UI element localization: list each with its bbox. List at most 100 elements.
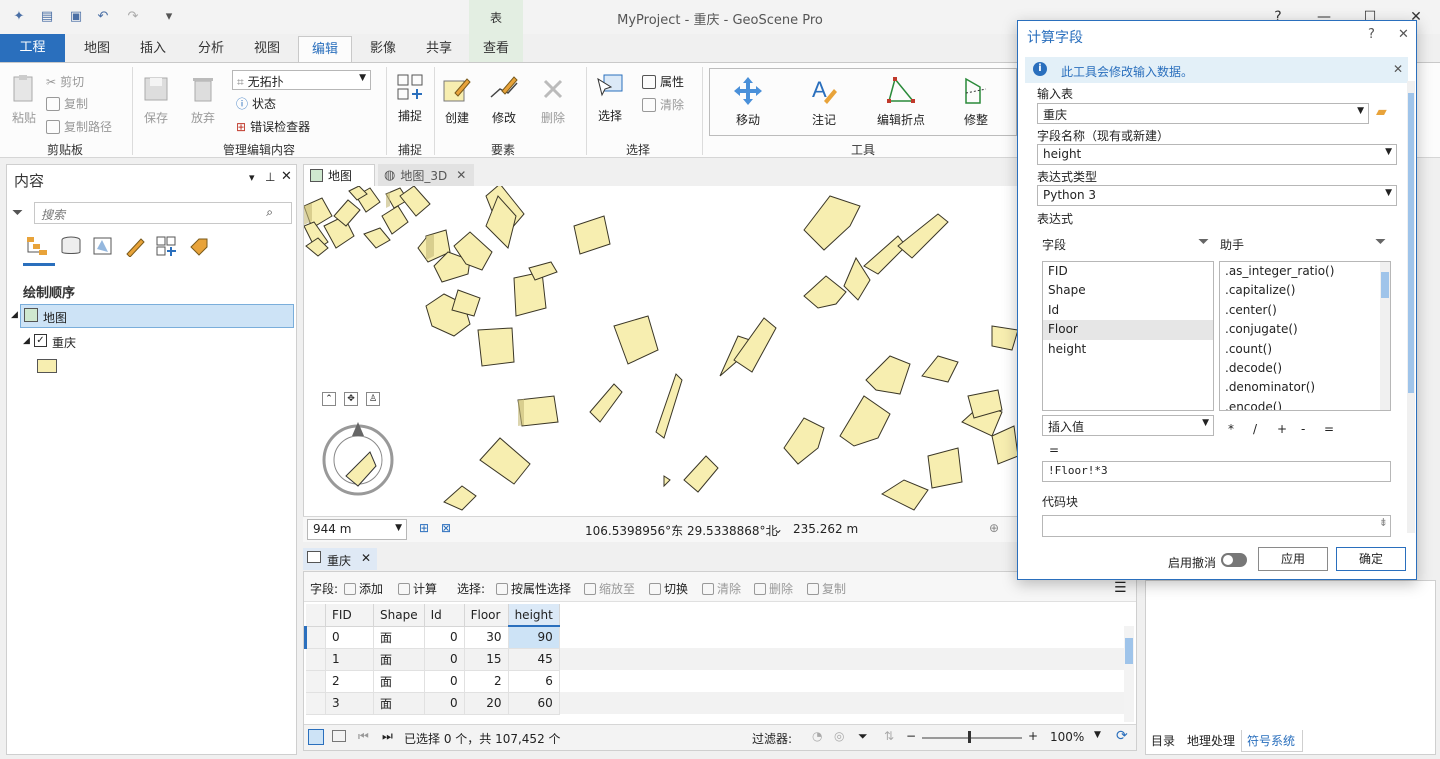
close-tab-icon[interactable]: ✕ bbox=[456, 168, 466, 182]
list-by-selection-icon[interactable] bbox=[91, 235, 115, 257]
clear-selection-button[interactable]: 清除 bbox=[642, 96, 684, 113]
range-filter-icon[interactable]: ◎ bbox=[834, 729, 844, 743]
input-table-dropdown[interactable]: 重庆 ▼ bbox=[1037, 103, 1369, 124]
expression-input[interactable]: !Floor!*3 bbox=[1042, 461, 1391, 482]
list-item[interactable]: .capitalize() bbox=[1220, 281, 1390, 300]
select-by-attributes-button[interactable]: 按属性选择 bbox=[496, 580, 571, 597]
coord-format-chevron-icon[interactable]: ⌄ bbox=[773, 522, 783, 536]
cell-floor[interactable]: 20 bbox=[464, 692, 509, 715]
layer-symbol-swatch[interactable] bbox=[37, 359, 57, 373]
operator-multiply[interactable]: * bbox=[1228, 422, 1234, 436]
row-selector[interactable] bbox=[305, 648, 326, 671]
tab-map-view[interactable]: 地图 bbox=[303, 164, 375, 186]
chevron-down-icon[interactable]: ▼ bbox=[1094, 730, 1101, 740]
cell-floor[interactable]: 2 bbox=[464, 670, 509, 693]
dialog-help-button[interactable]: ? bbox=[1368, 27, 1375, 42]
copy-path-button[interactable]: 复制路径 bbox=[46, 118, 112, 135]
code-block-input[interactable]: ⇟ bbox=[1042, 515, 1391, 537]
fields-filter-icon[interactable]: ⏷ bbox=[1198, 234, 1209, 250]
zoom-slider-thumb[interactable] bbox=[968, 731, 971, 743]
expand-layer-icon[interactable]: ◢ bbox=[23, 336, 30, 346]
calculate-field-button[interactable]: 计算 bbox=[398, 580, 437, 597]
helpers-scrollbar[interactable] bbox=[1380, 262, 1390, 410]
list-item-selected[interactable]: Floor bbox=[1043, 320, 1213, 340]
list-by-labeling-icon[interactable] bbox=[187, 235, 211, 257]
cell-shape[interactable]: 面 bbox=[373, 648, 425, 671]
list-by-editing-icon[interactable] bbox=[123, 235, 147, 257]
row-selector[interactable] bbox=[305, 670, 326, 693]
pause-drawing-icon[interactable]: ⊕ bbox=[989, 521, 999, 535]
operator-divide[interactable]: / bbox=[1253, 422, 1257, 436]
row-selector[interactable] bbox=[304, 626, 326, 649]
list-by-drawing-order-icon[interactable] bbox=[25, 235, 49, 257]
zoom-out-icon[interactable]: − bbox=[906, 729, 916, 743]
reshape-tool[interactable]: 修整 bbox=[956, 75, 996, 128]
insert-values-dropdown[interactable]: 插入值 ▼ bbox=[1042, 415, 1214, 436]
close-pane-icon[interactable]: ✕ bbox=[281, 169, 292, 184]
delete-rows-button[interactable]: 删除 bbox=[754, 580, 793, 597]
scrollbar-thumb[interactable] bbox=[1125, 638, 1133, 664]
cell-fid[interactable]: 0 bbox=[325, 626, 374, 649]
coordinate-system-icon[interactable]: ⊠ bbox=[441, 521, 451, 535]
error-inspector-button[interactable]: ⊞ 错误检查器 bbox=[236, 118, 310, 135]
list-by-source-icon[interactable] bbox=[59, 235, 83, 257]
apply-button[interactable]: 应用 bbox=[1258, 547, 1328, 571]
annotate-tool[interactable]: A 注记 bbox=[804, 75, 844, 128]
list-item[interactable]: .denominator() bbox=[1220, 378, 1390, 397]
definition-filter-icon[interactable]: ⏷ bbox=[858, 729, 868, 744]
edit-vertices-tool[interactable]: 编辑折点 bbox=[876, 75, 926, 128]
full-extent-icon[interactable]: ✥ bbox=[344, 392, 358, 406]
close-info-icon[interactable]: ✕ bbox=[1393, 62, 1403, 76]
scale-dropdown[interactable]: 944 m ▼ bbox=[307, 519, 407, 540]
tab-project[interactable]: 工程 bbox=[0, 34, 65, 62]
pedestrian-icon[interactable]: ♙ bbox=[366, 392, 380, 406]
tab-attribute-table[interactable]: 重庆 ✕ bbox=[303, 548, 377, 570]
snapping-button[interactable]: 捕捉 bbox=[394, 71, 426, 124]
tab-edit[interactable]: 编辑 bbox=[298, 36, 352, 62]
list-item[interactable]: .count() bbox=[1220, 340, 1390, 359]
discard-edits-button[interactable]: 放弃 bbox=[187, 73, 219, 126]
list-item[interactable]: Shape bbox=[1043, 281, 1213, 300]
cell-shape[interactable]: 面 bbox=[373, 692, 425, 715]
move-tool[interactable]: 移动 bbox=[728, 75, 768, 128]
create-features-button[interactable]: 创建 bbox=[441, 73, 473, 126]
grid-icon[interactable]: ⊞ bbox=[419, 521, 429, 535]
expand-icon[interactable]: ⇟ bbox=[1379, 516, 1388, 529]
show-selected-records-icon[interactable] bbox=[332, 730, 346, 742]
tab-imagery[interactable]: 影像 bbox=[360, 36, 406, 62]
tab-symbology[interactable]: 符号系统 bbox=[1241, 730, 1303, 752]
zoom-slider[interactable] bbox=[922, 737, 1022, 739]
copy-rows-button[interactable]: 复制 bbox=[807, 580, 846, 597]
tab-map[interactable]: 地图 bbox=[74, 36, 120, 62]
cell-shape[interactable]: 面 bbox=[373, 670, 425, 693]
save-edits-button[interactable]: 保存 bbox=[140, 73, 172, 126]
time-filter-icon[interactable]: ◔ bbox=[812, 729, 822, 743]
topology-dropdown[interactable]: ⌗ 无拓扑 ▼ bbox=[232, 70, 371, 90]
zoom-to-button[interactable]: 缩放至 bbox=[584, 580, 635, 597]
modify-features-button[interactable]: 修改 bbox=[488, 73, 520, 126]
tab-share[interactable]: 共享 bbox=[416, 36, 462, 62]
list-by-snapping-icon[interactable] bbox=[155, 235, 179, 257]
table-row[interactable]: 1 面 0 15 45 bbox=[305, 648, 1130, 671]
cell-fid[interactable]: 3 bbox=[325, 692, 374, 715]
tab-view[interactable]: 视图 bbox=[244, 36, 290, 62]
table-menu-icon[interactable]: ☰ bbox=[1114, 580, 1127, 596]
cell-shape[interactable]: 面 bbox=[373, 626, 425, 649]
column-header-shape[interactable]: Shape bbox=[373, 604, 425, 627]
cell-height[interactable]: 60 bbox=[508, 692, 560, 715]
operator-add[interactable]: + bbox=[1277, 422, 1287, 436]
add-field-button[interactable]: 添加 bbox=[344, 580, 383, 597]
scrollbar-thumb[interactable] bbox=[1381, 272, 1389, 298]
contents-search-input[interactable]: 搜索 ⌕ bbox=[34, 202, 292, 224]
last-record-icon[interactable]: ⏭ bbox=[382, 729, 393, 744]
select-button[interactable]: 选择 bbox=[594, 71, 626, 124]
scrollbar-thumb[interactable] bbox=[1408, 93, 1414, 393]
cut-button[interactable]: ✂ 剪切 bbox=[46, 73, 84, 90]
layer-visibility-checkbox[interactable]: ✓ bbox=[34, 334, 47, 347]
close-tab-icon[interactable]: ✕ bbox=[361, 551, 371, 565]
dialog-scrollbar[interactable] bbox=[1407, 81, 1415, 533]
navigator-compass[interactable] bbox=[320, 418, 396, 498]
field-name-dropdown[interactable]: height ▼ bbox=[1037, 144, 1397, 165]
first-record-icon[interactable]: ⏮ bbox=[358, 729, 369, 744]
switch-selection-button[interactable]: 切换 bbox=[649, 580, 688, 597]
